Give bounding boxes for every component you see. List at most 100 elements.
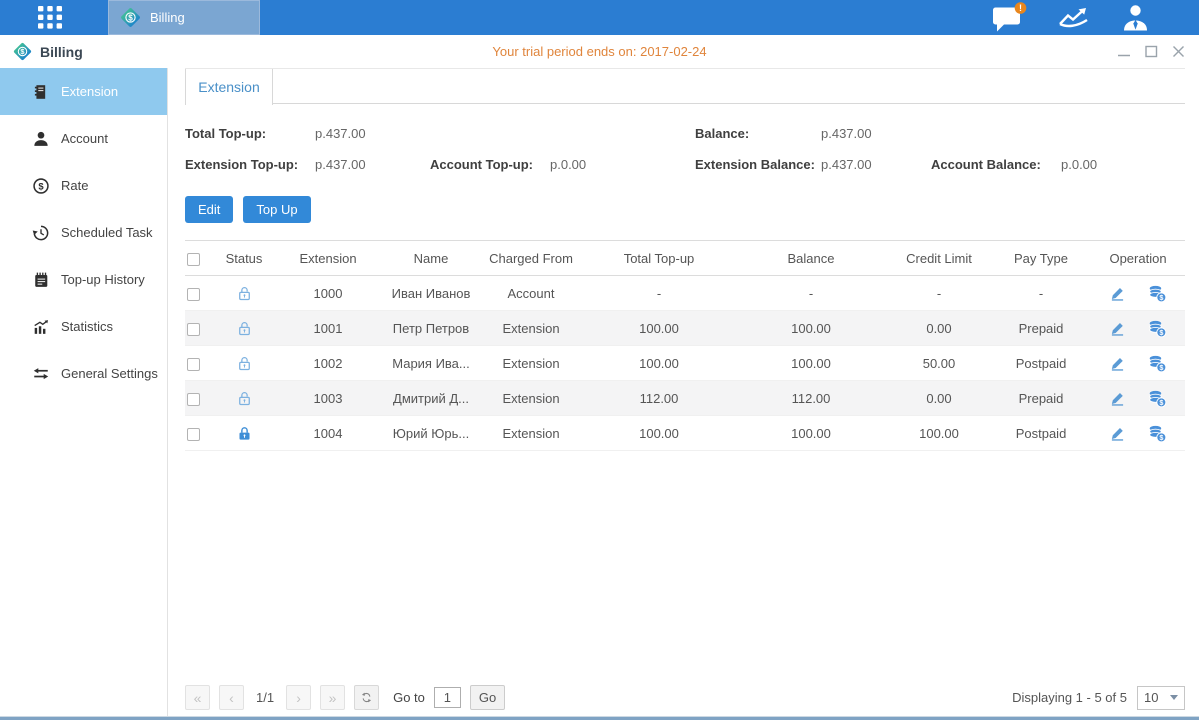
cell-credit-limit: 0.00 — [887, 311, 991, 346]
trial-notice: Your trial period ends on: 2017-02-24 — [492, 44, 706, 59]
cell-total-topup: 112.00 — [583, 381, 735, 416]
edit-icon[interactable] — [1109, 285, 1126, 302]
sidebar-item-rate[interactable]: $ Rate — [0, 162, 167, 209]
page-indicator: 1/1 — [256, 690, 274, 705]
cell-pay-type: Postpaid — [991, 346, 1091, 381]
page-size-select[interactable]: 10 — [1137, 686, 1185, 710]
sidebar-item-statistics[interactable]: Statistics — [0, 303, 167, 350]
minimize-icon[interactable] — [1117, 45, 1131, 58]
topup-icon[interactable]: $ — [1147, 354, 1167, 373]
row-checkbox[interactable] — [187, 428, 200, 441]
column-header-extension: Extension — [273, 241, 383, 276]
extension-topup-value: p.437.00 — [315, 157, 430, 172]
total-topup-label: Total Top-up: — [185, 126, 315, 141]
edit-icon[interactable] — [1109, 355, 1126, 372]
account-icon — [31, 130, 50, 148]
sidebar-item-account[interactable]: Account — [0, 115, 167, 162]
table-row[interactable]: 1003 Дмитрий Д... Extension 112.00 112.0… — [185, 381, 1185, 416]
cell-extension: 1001 — [273, 311, 383, 346]
app-launcher-grid-icon[interactable] — [38, 6, 63, 29]
column-header-name: Name — [383, 241, 479, 276]
edit-icon[interactable] — [1109, 425, 1126, 442]
last-page-button[interactable]: » — [320, 685, 345, 710]
account-balance-value: p.0.00 — [1061, 157, 1097, 172]
svg-text:$: $ — [38, 181, 44, 192]
goto-page-input[interactable] — [434, 687, 461, 708]
topup-icon[interactable]: $ — [1147, 284, 1167, 303]
refresh-button[interactable] — [354, 685, 379, 710]
row-checkbox[interactable] — [187, 323, 200, 336]
balance-label: Balance: — [695, 126, 821, 141]
go-button[interactable]: Go — [470, 685, 505, 710]
first-page-button[interactable]: « — [185, 685, 210, 710]
cell-credit-limit: 0.00 — [887, 381, 991, 416]
page-size-value: 10 — [1144, 690, 1158, 705]
column-header-balance: Balance — [735, 241, 887, 276]
tab-extension[interactable]: Extension — [185, 69, 273, 105]
edit-icon[interactable] — [1109, 390, 1126, 407]
locked-icon — [236, 425, 253, 442]
account-topup-value: p.0.00 — [550, 157, 695, 172]
unlocked-icon — [236, 355, 253, 372]
svg-text:$: $ — [1160, 292, 1164, 301]
edit-button[interactable]: Edit — [185, 196, 233, 223]
cell-extension: 1002 — [273, 346, 383, 381]
cell-credit-limit: 100.00 — [887, 416, 991, 451]
taskbar-tab-billing[interactable]: $ Billing — [108, 0, 260, 35]
goto-label: Go to — [393, 690, 425, 705]
status-cell — [215, 276, 273, 311]
window-bottom-edge — [0, 716, 1199, 720]
top-up-button[interactable]: Top Up — [243, 196, 310, 223]
statistics-icon — [31, 318, 50, 336]
displaying-text: Displaying 1 - 5 of 5 — [1012, 690, 1127, 705]
balance-value: p.437.00 — [821, 126, 872, 141]
table-row[interactable]: 1002 Мария Ива... Extension 100.00 100.0… — [185, 346, 1185, 381]
row-checkbox[interactable] — [187, 393, 200, 406]
table-row[interactable]: 1000 Иван Иванов Account - - - - $ — [185, 276, 1185, 311]
sidebar-item-scheduled-task[interactable]: Scheduled Task — [0, 209, 167, 256]
status-cell — [215, 346, 273, 381]
prev-page-button[interactable]: ‹ — [219, 685, 244, 710]
rate-icon: $ — [31, 177, 50, 195]
table-header-row: StatusExtensionNameCharged FromTotal Top… — [185, 241, 1185, 276]
summary-panel: Total Top-up: p.437.00 Balance: p.437.00… — [185, 118, 1185, 180]
window-title: Billing — [40, 44, 83, 60]
cell-pay-type: Prepaid — [991, 311, 1091, 346]
messages-icon[interactable]: ! — [991, 2, 1027, 33]
table-row[interactable]: 1001 Петр Петров Extension 100.00 100.00… — [185, 311, 1185, 346]
total-topup-value: p.437.00 — [315, 126, 695, 141]
cell-name: Юрий Юрь... — [383, 416, 479, 451]
unlocked-icon — [236, 390, 253, 407]
svg-text:$: $ — [1160, 397, 1164, 406]
table-row[interactable]: 1004 Юрий Юрь... Extension 100.00 100.00… — [185, 416, 1185, 451]
row-checkbox[interactable] — [187, 358, 200, 371]
topup-icon[interactable]: $ — [1147, 389, 1167, 408]
table-body: 1000 Иван Иванов Account - - - - $ 1001 … — [185, 276, 1185, 451]
topup-icon[interactable]: $ — [1147, 319, 1167, 338]
topup-icon[interactable]: $ — [1147, 424, 1167, 443]
cell-pay-type: - — [991, 276, 1091, 311]
billing-diamond-icon: $ — [12, 41, 33, 62]
extension-table: StatusExtensionNameCharged FromTotal Top… — [185, 240, 1185, 451]
cell-pay-type: Prepaid — [991, 381, 1091, 416]
edit-icon[interactable] — [1109, 320, 1126, 337]
status-cell — [215, 381, 273, 416]
user-account-icon[interactable] — [1120, 3, 1151, 32]
next-page-button[interactable]: › — [286, 685, 311, 710]
close-icon[interactable] — [1172, 45, 1185, 58]
taskbar-tab-label: Billing — [150, 10, 185, 25]
sidebar: Extension Account $ Rate Scheduled Task … — [0, 68, 168, 716]
extension-balance-value: p.437.00 — [821, 157, 931, 172]
maximize-icon[interactable] — [1145, 45, 1158, 58]
select-all-checkbox[interactable] — [187, 253, 200, 266]
topbar: $ Billing ! — [0, 0, 1199, 35]
sidebar-item-general-settings[interactable]: General Settings — [0, 350, 167, 397]
sidebar-item-extension[interactable]: Extension — [0, 68, 167, 115]
row-checkbox[interactable] — [187, 288, 200, 301]
cell-charged-from: Extension — [479, 311, 583, 346]
general-settings-icon — [31, 365, 50, 383]
sidebar-item-top-up-history[interactable]: Top-up History — [0, 256, 167, 303]
statistics-chart-icon[interactable] — [1057, 5, 1090, 31]
cell-charged-from: Extension — [479, 346, 583, 381]
cell-balance: - — [735, 276, 887, 311]
